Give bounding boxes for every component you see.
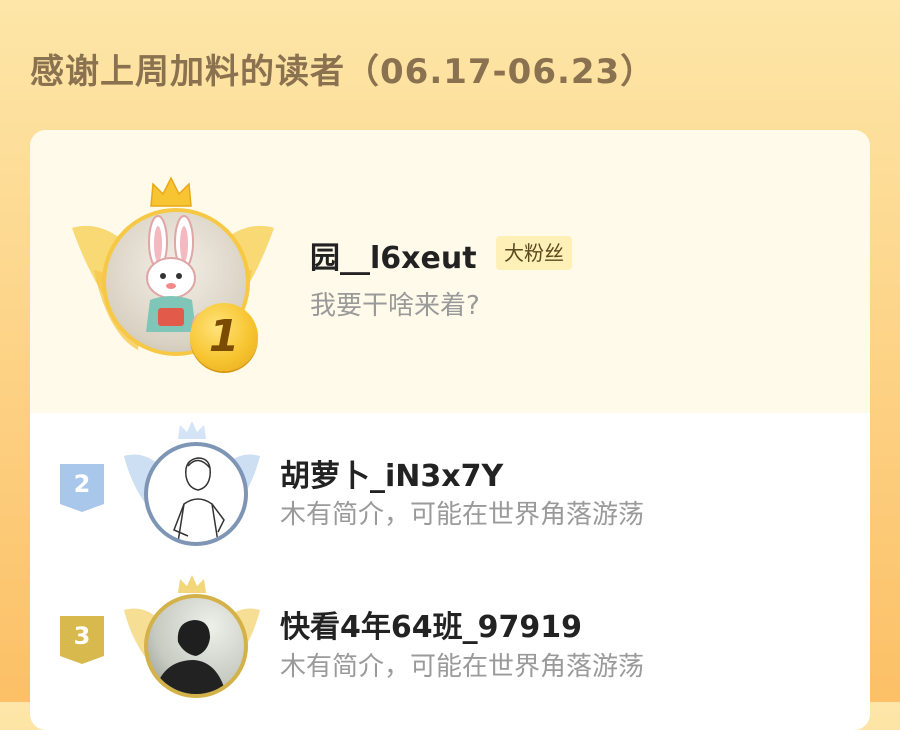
reader-name[interactable]: 快看4年64班_97919 [280, 602, 582, 646]
avatar [144, 594, 248, 698]
crown-icon [178, 575, 206, 593]
rank-number: 2 [73, 470, 91, 498]
silhouette-avatar-icon [154, 620, 226, 694]
line-drawing-avatar-icon [173, 457, 225, 542]
rank-tag-2: 2 [60, 464, 104, 512]
page-title: 感谢上周加料的读者（06.17-06.23） [30, 52, 656, 92]
reader-bio: 木有简介，可能在世界角落游荡 [280, 500, 645, 530]
readers-card: 1 园__l6xeut 大粉丝 我要干啥来着? 2 胡萝卜_iN3x7Y 木有简… [30, 130, 870, 730]
crown-icon [178, 421, 206, 439]
avatar [144, 442, 248, 546]
rank-tag-3: 3 [60, 616, 104, 664]
rank-number: 3 [73, 622, 91, 650]
reader-bio: 我要干啥来着? [310, 291, 480, 321]
fan-badge: 大粉丝 [496, 236, 572, 270]
crown-icon [150, 176, 192, 207]
rank-badge-1: 1 [190, 303, 258, 371]
reader-bio: 木有简介，可能在世界角落游荡 [280, 652, 645, 682]
reader-name[interactable]: 胡萝卜_iN3x7Y [280, 451, 503, 495]
reader-name[interactable]: 园__l6xeut [310, 233, 477, 277]
